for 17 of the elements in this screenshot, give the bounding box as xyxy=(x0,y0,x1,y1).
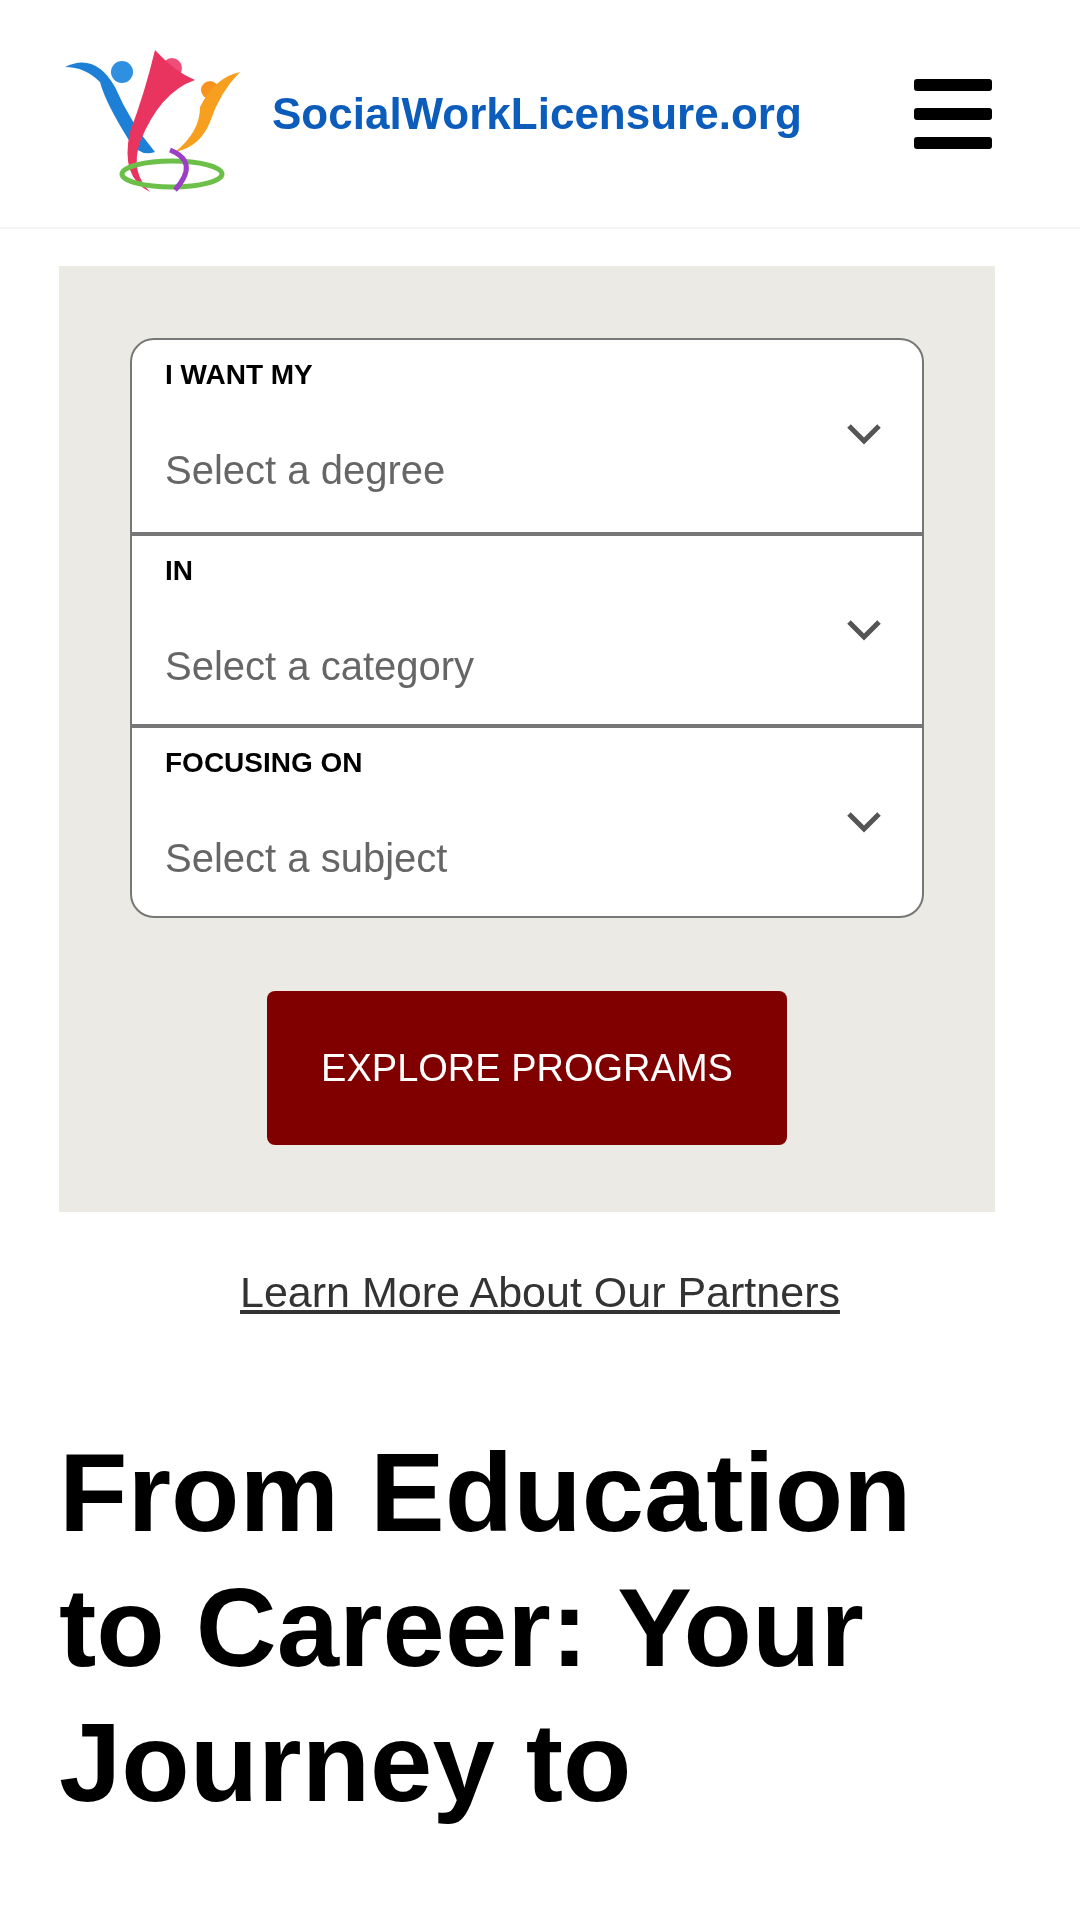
menu-icon[interactable] xyxy=(914,78,992,149)
select-field[interactable]: I WANT MY Select a degree xyxy=(132,340,922,532)
explore-programs-button[interactable]: EXPLORE PROGRAMS xyxy=(267,991,787,1145)
field-label: FOCUSING ON xyxy=(165,746,363,780)
page-heading: From Education to Career: Your Journey to xyxy=(59,1428,913,1827)
chevron-down-icon xyxy=(846,811,882,833)
partners-link[interactable]: Learn More About Our Partners xyxy=(240,1260,840,1325)
chevron-down-icon xyxy=(846,423,882,445)
site-name[interactable]: SocialWorkLicensure.org xyxy=(272,80,802,147)
field-label: I WANT MY xyxy=(165,358,313,392)
placeholder-text: Select a degree xyxy=(165,447,446,494)
select-field[interactable]: FOCUSING ON Select a subject xyxy=(132,724,922,916)
field-label: IN xyxy=(165,554,193,588)
chevron-down-icon xyxy=(846,619,882,641)
select-field[interactable]: IN Select a category xyxy=(132,532,922,724)
placeholder-text: Select a category xyxy=(165,643,475,690)
placeholder-text: Select a subject xyxy=(165,835,448,882)
